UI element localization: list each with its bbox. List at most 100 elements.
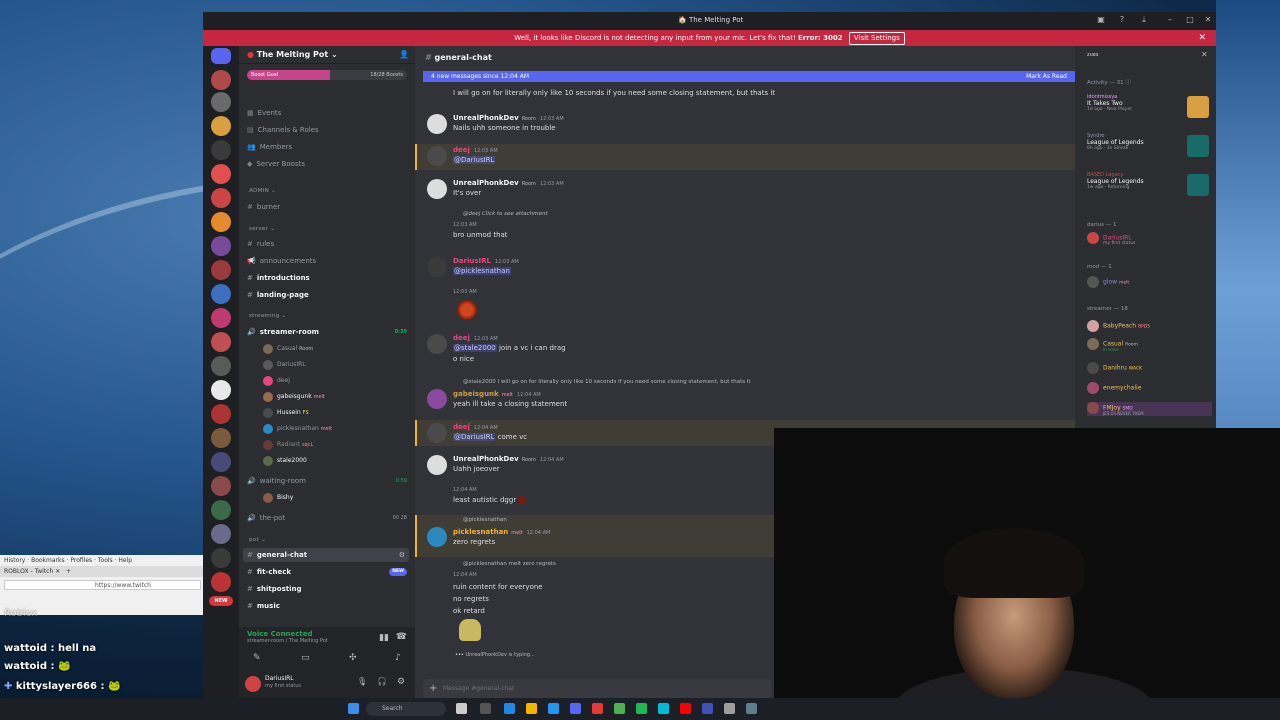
channel-announcements[interactable]: 📢 announcements [247,254,316,268]
voice-user[interactable]: deej [263,374,290,388]
avatar[interactable] [427,423,447,443]
channel-shitposting[interactable]: # shitposting [247,582,302,596]
channel-rules[interactable]: # rules [247,237,274,251]
nav-server-boosts[interactable]: ◆ Server Boosts [247,157,305,171]
reply-preview[interactable]: @picklesnathan [463,517,507,523]
menu-help[interactable]: Help [118,557,132,564]
sticker-image[interactable] [457,300,477,320]
voice-user[interactable]: Radiant sqcL [263,438,313,452]
server-icon[interactable] [211,116,231,136]
tab-close-icon[interactable]: ✕ [55,568,60,575]
task-view-icon[interactable] [456,703,467,714]
member-item[interactable]: BabyPeach BPDS [1087,320,1150,334]
close-panel-icon[interactable]: ✕ [1201,50,1208,59]
app-icon[interactable] [702,703,713,714]
new-messages-bar[interactable]: 4 new messages since 12:04 AM Mark As Rea… [423,71,1075,82]
mark-as-read-button[interactable]: Mark As Read [1026,71,1067,82]
voice-user[interactable]: Hussein FS [263,406,309,420]
screen-share-icon[interactable]: ▭ [301,653,310,663]
taskbar-search[interactable]: Search [366,702,446,716]
opera-icon[interactable] [592,703,603,714]
server-icon[interactable] [211,548,231,568]
channel-music[interactable]: # music [247,599,280,613]
reply-preview[interactable]: @stale2000 I will go on for literally on… [463,379,1063,385]
member-item[interactable]: Casual Room In voice [1087,338,1138,352]
nav-channels-roles[interactable]: ▤ Channels & Roles [247,123,319,137]
server-icon[interactable] [211,164,231,184]
server-icon[interactable] [211,92,231,112]
settings-gear-icon[interactable]: ⚙ [397,677,405,687]
avatar[interactable] [245,676,261,692]
category-streaming[interactable]: streaming ⌄ [249,313,286,319]
download-icon[interactable]: ⤓ [1139,15,1149,25]
voice-user[interactable]: DariusIRL [263,358,306,372]
activities-icon[interactable]: ✣ [349,653,357,663]
new-tab-icon[interactable]: + [66,568,71,575]
edge-icon[interactable] [504,703,515,714]
reply-preview[interactable]: @picklesnathan melt zero regrets [463,561,556,567]
headphones-icon[interactable]: 🎧 [377,677,387,686]
menu-tools[interactable]: Tools [98,557,113,564]
close-window-icon[interactable]: ✕ [1203,15,1213,25]
add-user-icon[interactable]: 👤 [399,46,409,64]
server-icon[interactable] [211,524,231,544]
server-header[interactable]: ● The Melting Pot ⌄ 👤 [239,46,415,64]
channel-fit-check[interactable]: # fit-check NEW [247,565,407,579]
avatar[interactable] [427,114,447,134]
minimize-icon[interactable]: – [1165,15,1175,25]
avatar[interactable] [427,334,447,354]
server-icon[interactable] [211,476,231,496]
maximize-icon[interactable]: □ [1185,15,1195,25]
explorer-icon[interactable] [526,703,537,714]
reply-preview[interactable]: @deej Click to see attachment [463,211,548,217]
start-icon[interactable] [348,703,359,714]
app-icon[interactable] [480,703,491,714]
spotify-icon[interactable] [636,703,647,714]
voice-channel-the-pot[interactable]: 🔊 the-pot 00 28 [247,511,407,525]
voice-user[interactable]: stale2000 [263,454,307,468]
voice-user[interactable]: picklesnathan melt [263,422,332,436]
server-icon[interactable] [211,572,231,592]
channel-settings-icon[interactable]: ⚙ [399,548,405,562]
server-icon[interactable] [211,500,231,520]
inbox-icon[interactable]: ▣ [1096,15,1106,25]
activity-card[interactable]: Syndro League of Legends 6h ago · 3x Str… [1087,133,1209,157]
soundboard-icon[interactable]: ♪ [395,653,401,663]
avatar[interactable] [427,527,447,547]
category-admin[interactable]: ADMIN ⌄ [249,188,276,194]
server-icon[interactable] [211,428,231,448]
video-icon[interactable]: ✎ [253,653,261,663]
chrome-icon[interactable] [614,703,625,714]
youtube-icon[interactable] [680,703,691,714]
server-icon[interactable] [211,188,231,208]
server-icon[interactable] [211,308,231,328]
server-icon[interactable] [211,260,231,280]
server-icon[interactable] [211,332,231,352]
member-item[interactable]: enemychalie [1087,382,1141,396]
server-icon[interactable] [211,70,231,90]
sticker-image[interactable] [459,619,481,641]
address-bar[interactable]: https://www.twitch [4,580,201,590]
server-icon[interactable] [211,140,231,160]
avatar[interactable] [427,455,447,475]
server-icon[interactable] [211,236,231,256]
app-icon[interactable] [724,703,735,714]
server-icon[interactable] [211,380,231,400]
channel-general-chat[interactable]: # general-chat ⚙ [243,548,409,562]
nav-events[interactable]: ▦ Events [247,106,281,120]
activity-card[interactable]: idontmissya It Takes Two 1d ago · New Pl… [1087,94,1209,118]
avatar[interactable] [427,146,447,166]
member-item[interactable]: glow melt [1087,276,1129,290]
voice-user[interactable]: gabeisgunk melt [263,390,325,404]
channel-introductions[interactable]: # introductions [247,271,310,285]
add-attachment-icon[interactable]: + [429,679,437,699]
menu-bookmarks[interactable]: Bookmarks [31,557,65,564]
server-icon[interactable] [211,212,231,232]
server-icon[interactable] [211,452,231,472]
home-icon[interactable] [211,48,231,64]
member-item[interactable]: FMJoy SMD JES US NEVER THEM [1087,402,1212,416]
activity-card[interactable]: BASED Legacy League of Legends 1w ago · … [1087,172,1209,196]
boost-goal-bar[interactable]: Boost Goal 18/28 Boosts [247,70,407,80]
member-item[interactable]: Danihru WACK [1087,362,1142,376]
voice-channel-streamer-room[interactable]: 🔊 streamer-room 0:39 [247,325,407,339]
